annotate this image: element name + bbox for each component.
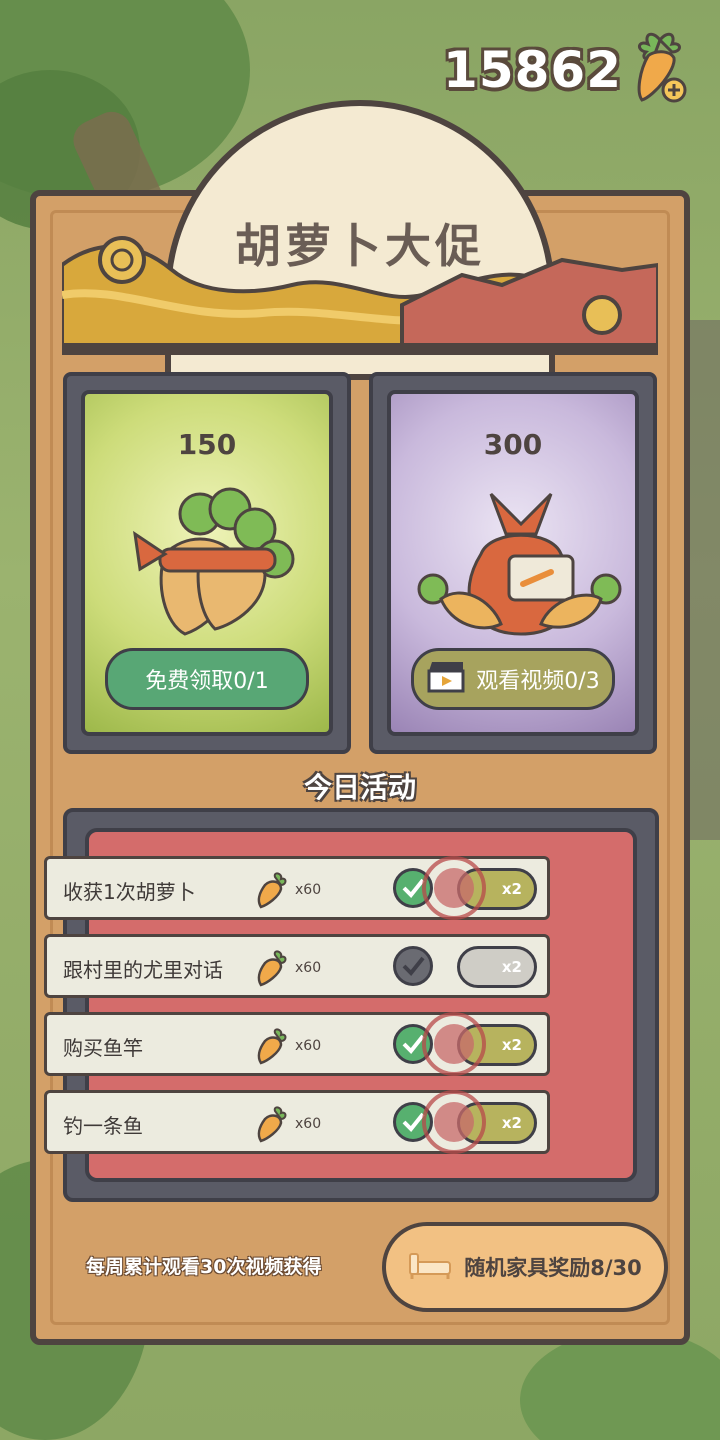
task-label: 收获1次胡萝卜 (63, 880, 196, 904)
carrot-sack-icon (417, 492, 622, 636)
carrot-icon (257, 950, 287, 987)
video-card-price: 300 (483, 428, 543, 461)
task-row: 收获1次胡萝卜 x60 x2 (44, 856, 550, 920)
free-carrot-card[interactable]: 150 免费领取0/1 (63, 372, 351, 754)
task-label: 钓一条鱼 (63, 1114, 143, 1138)
carrot-count: 15862 (443, 41, 622, 99)
weekly-reward-description: 每周累计观看30次视频获得 (86, 1256, 322, 1278)
watch-video-button[interactable]: 观看视频0/3 (411, 648, 615, 710)
furniture-reward-button[interactable]: 随机家具奖励8/30 (382, 1222, 668, 1312)
carrot-bundle-icon (133, 487, 295, 636)
carrot-icon (257, 1106, 287, 1143)
check-icon (393, 946, 433, 986)
task-row: 购买鱼竿 x60 x2 (44, 1012, 550, 1076)
video-carrot-card[interactable]: 300 观看视频0/3 (369, 372, 657, 754)
claimed-stamp-icon (422, 856, 486, 920)
free-claim-label: 免费领取0/1 (145, 669, 269, 694)
carrot-currency-display[interactable]: 15862 (443, 30, 690, 110)
carrot-icon (257, 872, 287, 909)
carrot-plus-icon[interactable] (630, 30, 690, 110)
claimed-stamp-icon (422, 1090, 486, 1154)
daily-activity-heading: 今日活动 (303, 771, 416, 804)
task-row: 钓一条鱼 x60 x2 (44, 1090, 550, 1154)
task-reward: x60 (255, 1105, 321, 1143)
double-reward-button[interactable]: x2 (457, 946, 537, 988)
task-reward: x60 (255, 1027, 321, 1065)
free-card-price: 150 (177, 428, 237, 461)
task-reward: x60 (255, 949, 321, 987)
free-claim-button[interactable]: 免费领取0/1 (105, 648, 309, 710)
bed-icon (408, 1250, 452, 1284)
clapperboard-icon (426, 659, 466, 699)
task-label: 购买鱼竿 (63, 1036, 143, 1060)
task-row: 跟村里的尤里对话 x60 x2 (44, 934, 550, 998)
task-reward: x60 (255, 871, 321, 909)
watch-video-label: 观看视频0/3 (476, 669, 600, 694)
carrot-icon (257, 1028, 287, 1065)
task-label: 跟村里的尤里对话 (63, 958, 223, 982)
panel-title: 胡萝卜大促 (235, 219, 485, 273)
claimed-stamp-icon (422, 1012, 486, 1076)
furniture-reward-label: 随机家具奖励8/30 (464, 1256, 642, 1280)
